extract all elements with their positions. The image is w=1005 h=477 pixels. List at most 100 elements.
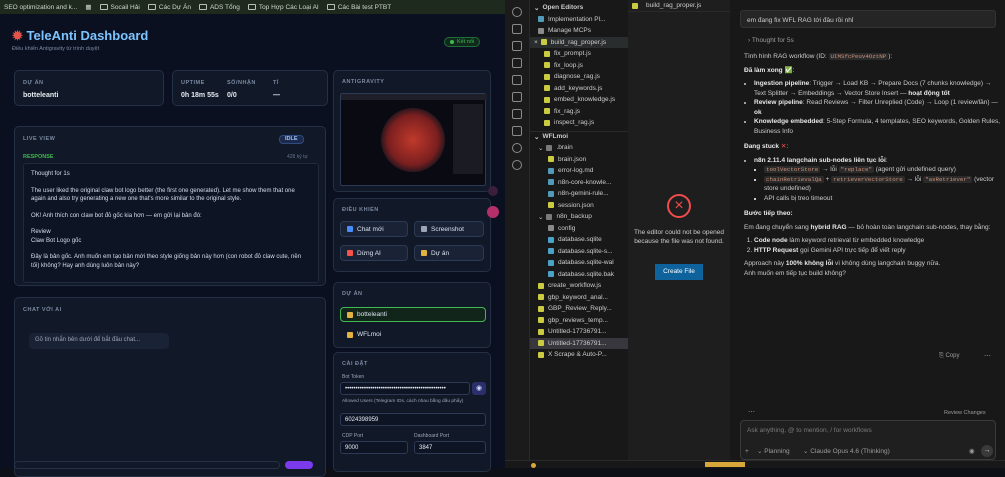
model-selector[interactable]: ⌄ Claude Opus 4.6 (Thinking) (803, 447, 890, 457)
response-text: Thought for 1s The user liked the origin… (23, 163, 319, 283)
cdp-port-input[interactable]: 9000 (340, 441, 408, 454)
file-item[interactable]: database.sqlite (530, 234, 628, 246)
json-file-icon (538, 305, 544, 312)
user-message: em đang fix WFL RAG tới đâu rồi nhỉ (740, 10, 996, 28)
eye-icon[interactable]: ◉ (472, 382, 486, 395)
bookmark-6[interactable]: Các Bài test PTBT (326, 4, 391, 11)
extensions-icon[interactable] (512, 75, 522, 85)
add-context-icon[interactable]: + (745, 447, 749, 457)
bookmark-3[interactable]: Các Dự Án (147, 4, 191, 11)
create-file-button[interactable]: Create File (655, 264, 703, 280)
uptime-label: Uptime (181, 80, 205, 86)
run-debug-icon[interactable] (512, 58, 522, 68)
file-item[interactable]: n8n-core-knowle... (530, 177, 628, 189)
github-icon[interactable] (512, 143, 522, 153)
app-title: ✹ TeleAnti Dashboard (12, 28, 149, 43)
folder-item[interactable]: ⌄ n8n_backup (530, 211, 628, 223)
explorer-icon[interactable] (512, 24, 522, 34)
float-icon[interactable] (488, 186, 498, 196)
chat-input-box[interactable]: Ask anything, @ to mention, / for workfl… (740, 420, 996, 460)
dashboard-port-label: Dashboard Port (414, 433, 450, 439)
file-item[interactable]: Untitled-17736791... (530, 337, 628, 349)
file-item[interactable]: brain.json (530, 154, 628, 166)
bookmark-4[interactable]: ADS Tổng (198, 4, 240, 11)
open-editor-item[interactable]: Implementation Pl... (530, 14, 628, 26)
file-item[interactable]: add_keywords.js (530, 83, 628, 95)
file-item[interactable]: session.json (530, 200, 628, 212)
camera-icon (421, 226, 427, 232)
file-item[interactable]: error-log.md (530, 165, 628, 177)
dashboard-port-input[interactable]: 3847 (414, 441, 486, 454)
uptime-value: 0h 18m 55s (181, 92, 219, 99)
project-item-botteleanti[interactable]: botteleanti (340, 307, 486, 322)
stats-card: Uptime 0h 18m 55s Số/Nhận 0/0 Tỉ — (172, 70, 328, 106)
chat-icon (347, 226, 353, 232)
live-view-label: Live View (23, 136, 56, 142)
file-item[interactable]: inspect_rag.js (530, 117, 628, 129)
file-icon (538, 16, 544, 23)
search-icon[interactable] (512, 7, 522, 17)
folder-item[interactable]: ⌄ .brain (530, 142, 628, 154)
project-item-wflmoi[interactable]: WFLmoi (340, 327, 486, 342)
file-item[interactable]: GBP_Review_Reply... (530, 303, 628, 315)
mode-selector[interactable]: ⌄ Planning (757, 447, 790, 457)
json-file-icon (538, 340, 544, 347)
review-changes-button[interactable]: Review Changes (944, 409, 986, 419)
agent-icon[interactable] (512, 160, 522, 170)
file-item[interactable]: fix_loop.js (530, 60, 628, 72)
stop-ai-button[interactable]: Dừng AI (340, 245, 408, 261)
bookmark-2[interactable]: Socail Hải (99, 4, 140, 11)
open-editor-item[interactable]: Manage MCPs (530, 25, 628, 37)
file-item[interactable]: database.sqlite-wal (530, 257, 628, 269)
file-item[interactable]: embed_knowledge.js (530, 94, 628, 106)
bot-token-input[interactable]: ••••••••••••••••••••••••••••••••••••••••… (340, 382, 470, 395)
avatar-icon[interactable] (487, 206, 499, 218)
source-control-icon[interactable] (512, 41, 522, 51)
chat-input-placeholder[interactable]: Ask anything, @ to mention, / for workfl… (747, 426, 872, 436)
response-line: Claw Bot Logo gốc (31, 237, 82, 244)
file-item[interactable]: database.sqlite.bak (530, 269, 628, 281)
workspace-section-header[interactable]: ⌄ WFLmoi (530, 130, 628, 143)
mic-icon[interactable]: ◉ (969, 447, 975, 457)
testing-icon[interactable] (512, 109, 522, 119)
open-editor-item[interactable]: × build_rag_proper.js (530, 36, 628, 48)
app-subtitle: Điều khiển Antigravity từ trình duyệt (12, 46, 100, 52)
projects-button[interactable]: Dự án (414, 245, 484, 261)
file-item[interactable]: diagnose_rag.js (530, 71, 628, 83)
open-editors-header[interactable]: ⌄ Open Editors (530, 2, 628, 14)
send-arrow-icon[interactable]: → (981, 445, 993, 457)
json-file-icon (548, 156, 554, 163)
file-item[interactable]: config (530, 223, 628, 235)
bookmark-1[interactable]: SEO optimization and k... (4, 4, 77, 11)
file-item[interactable]: create_workflow.js (530, 280, 628, 292)
js-file-icon (544, 85, 550, 92)
file-item[interactable]: fix_rag.js (530, 106, 628, 118)
file-item[interactable]: X Scrape & Auto-P... (530, 349, 628, 361)
file-item[interactable]: fix_prompt.js (530, 48, 628, 60)
js-file-icon (540, 39, 547, 46)
screenshot-button[interactable]: Screenshot (414, 221, 484, 237)
antigravity-card: Antigravity (333, 70, 491, 192)
thought-toggle[interactable]: › Thought for 5s (748, 36, 794, 46)
apps-icon[interactable]: ▦ (85, 3, 91, 11)
copy-button[interactable]: ⎘ Copy (939, 352, 959, 362)
antigravity-screenshot[interactable] (340, 93, 487, 186)
file-item[interactable]: gbp_reviews_temp... (530, 315, 628, 327)
bookmark-5[interactable]: Top Hợp Các Loại AI (247, 4, 319, 11)
folder-icon (421, 250, 427, 256)
editor-area: build_rag_proper.js × The editor could n… (628, 0, 730, 468)
db-file-icon (548, 248, 554, 255)
editor-tab[interactable]: build_rag_proper.js (628, 0, 730, 12)
remote-icon[interactable] (512, 92, 522, 102)
toolbar-icons[interactable]: ⋯ (748, 408, 755, 416)
file-item[interactable]: n8n-gemini-rule... (530, 188, 628, 200)
response-line: Thought for 1s (31, 171, 70, 177)
file-item[interactable]: database.sqlite-s... (530, 246, 628, 258)
file-item[interactable]: Untitled-17736791... (530, 326, 628, 338)
file-item[interactable]: gbp_keyword_anal... (530, 292, 628, 304)
allowed-users-input[interactable]: 6024398959 (340, 413, 486, 426)
new-chat-button[interactable]: Chat mới (340, 221, 408, 237)
js-file-icon (632, 2, 638, 9)
bug-icon[interactable] (512, 126, 522, 136)
more-icon[interactable]: ⋯ (984, 352, 991, 360)
